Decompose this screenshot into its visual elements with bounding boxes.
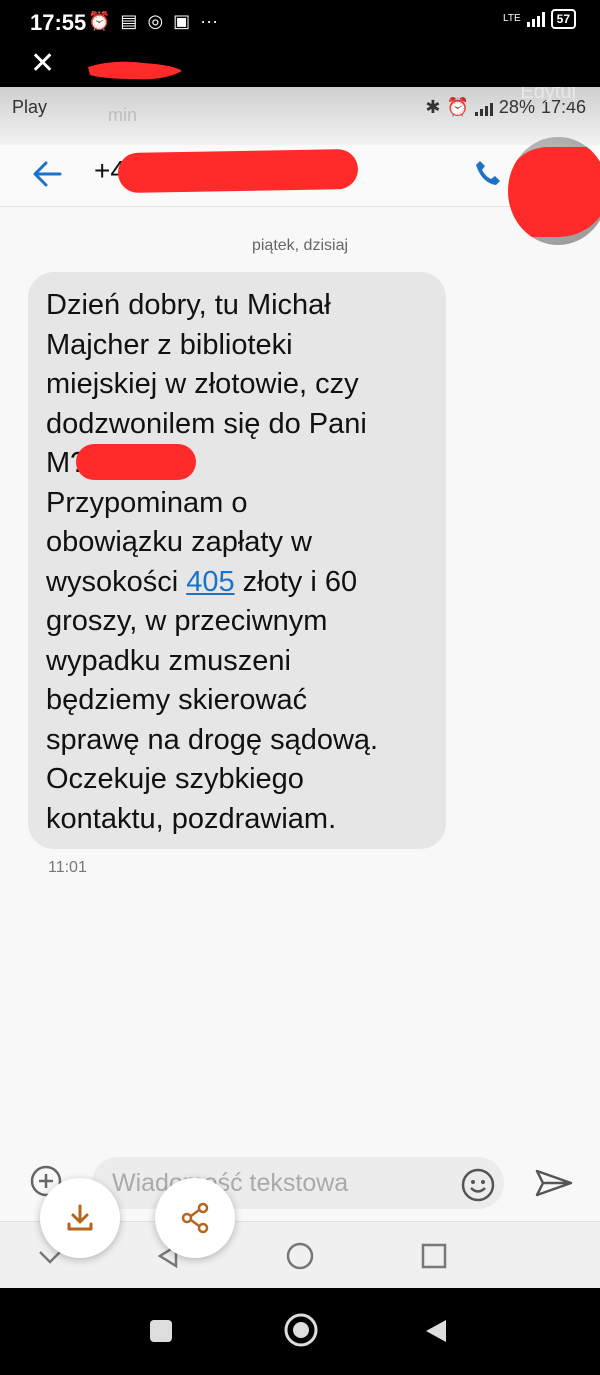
back-icon[interactable] <box>424 1318 448 1344</box>
notification-icons: ⏰ ▤ ◎ ▣ ··· <box>88 11 218 32</box>
avatar <box>508 137 600 245</box>
download-icon <box>67 1204 93 1231</box>
message-bubble[interactable]: Dzień dobry, tu Michał Majcher z bibliot… <box>28 272 446 849</box>
redacted-title <box>88 61 182 80</box>
recent-square-icon[interactable] <box>420 1242 448 1270</box>
signal-icon <box>474 100 493 116</box>
home-circle-icon[interactable] <box>286 1242 314 1270</box>
share-button[interactable] <box>155 1178 235 1258</box>
time-ago: min <box>108 105 138 125</box>
share-icon <box>181 1202 209 1234</box>
redacted-number <box>117 148 359 194</box>
outer-nav-bar <box>0 1288 600 1375</box>
amount-link[interactable]: 405 <box>186 566 234 598</box>
message-icon: ▤ <box>120 11 138 31</box>
network-type: LTE <box>503 13 521 24</box>
alarm-icon: ⏰ <box>446 97 469 117</box>
send-icon[interactable] <box>534 1167 574 1199</box>
carrier-label: Play <box>12 97 48 117</box>
alarm-icon: ⏰ <box>88 11 111 31</box>
outer-status-time: 17:55 <box>30 10 87 35</box>
phone-icon[interactable] <box>472 157 504 189</box>
message-text-part3: złoty i 60 groszy, w przeciwnym wypadku … <box>46 565 379 835</box>
message-time: 11:01 <box>48 859 87 876</box>
arrow-left-icon[interactable] <box>30 157 64 191</box>
outer-status-right: LTE 57 <box>503 9 576 29</box>
recent-apps-icon[interactable] <box>148 1318 174 1344</box>
bluetooth-icon: ✱ <box>425 97 441 117</box>
message-input-container <box>92 1157 504 1209</box>
date-divider: piątek, dzisiaj <box>251 237 349 254</box>
more-dots-icon: ··· <box>200 11 219 31</box>
signal-icon <box>526 11 545 27</box>
chat-icon: ▣ <box>173 11 191 31</box>
inner-status-bar: Play min ✱ ⏰ 28% 17:46 Edytuj <box>0 87 600 145</box>
redacted-name <box>76 444 196 480</box>
viewer-top-bar: ✕ <box>0 45 600 87</box>
messenger-icon: ◎ <box>147 11 164 31</box>
redacted-avatar <box>508 147 600 237</box>
screenshot-area: Play min ✱ ⏰ 28% 17:46 Edytuj +48 piątek… <box>0 87 600 1288</box>
outer-status-bar: 17:55 ⏰ ▤ ◎ ▣ ··· LTE 57 <box>0 0 600 45</box>
message-text: Dzień dobry, tu Michał Majcher z bibliot… <box>46 286 428 839</box>
battery-indicator: 57 <box>550 9 576 29</box>
download-button[interactable] <box>40 1178 120 1258</box>
edit-button[interactable]: Edytuj <box>520 87 576 104</box>
smiley-icon[interactable] <box>460 1167 496 1203</box>
close-icon[interactable]: ✕ <box>30 49 55 79</box>
home-icon[interactable] <box>283 1312 319 1348</box>
